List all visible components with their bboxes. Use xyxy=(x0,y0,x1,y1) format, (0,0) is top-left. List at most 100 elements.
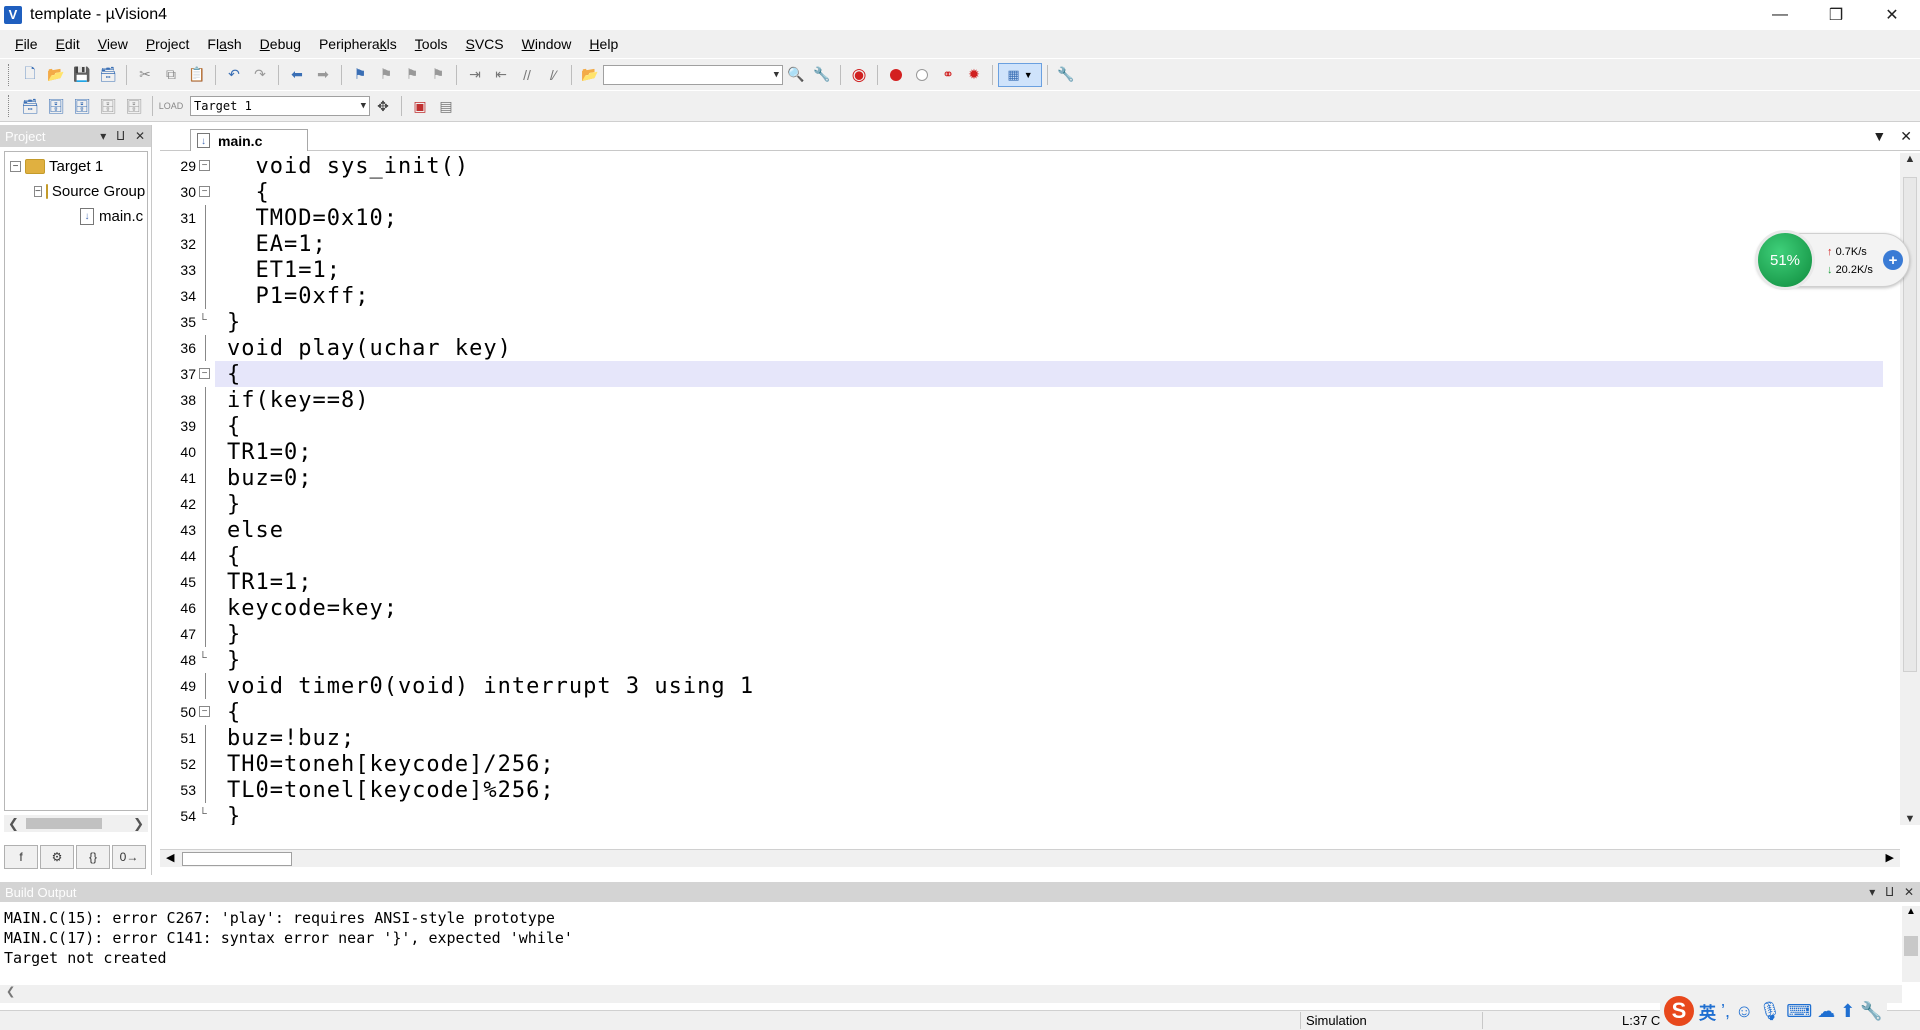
ime-voice-icon[interactable]: 🎙 xyxy=(1758,1001,1781,1022)
indent-icon[interactable]: ⇥ xyxy=(464,64,486,86)
code-line[interactable]: buz=!buz; xyxy=(215,725,1883,751)
code-line[interactable]: else xyxy=(215,517,1883,543)
tab-templates[interactable]: 0→ xyxy=(112,845,146,869)
fold-collapse-icon[interactable]: − xyxy=(199,706,210,717)
code-line[interactable]: EA=1; xyxy=(215,231,1883,257)
code-line[interactable]: } xyxy=(215,309,1883,335)
menu-edit[interactable]: Edit xyxy=(47,36,89,52)
restore-button[interactable]: ❒ xyxy=(1808,0,1864,29)
navigate-back-icon[interactable]: ⬅ xyxy=(286,64,308,86)
toolbar-grip[interactable] xyxy=(8,95,11,117)
target-select[interactable]: Target 1 ▼ xyxy=(190,96,370,116)
menu-view[interactable]: View xyxy=(89,36,137,52)
menu-tools[interactable]: Tools xyxy=(406,36,457,52)
open-file-icon[interactable]: 📂 xyxy=(45,64,67,86)
code-line[interactable]: void timer0(void) interrupt 3 using 1 xyxy=(215,673,1883,699)
menu-peripherals[interactable]: Peripherakls xyxy=(310,36,406,52)
code-line[interactable]: { xyxy=(215,179,1883,205)
code-line[interactable]: void play(uchar key) xyxy=(215,335,1883,361)
find-combo[interactable]: ▼ xyxy=(603,64,783,85)
scroll-thumb[interactable] xyxy=(26,818,102,829)
scroll-up-icon[interactable]: ▲ xyxy=(1905,153,1916,165)
menu-window[interactable]: Window xyxy=(513,36,581,52)
panel-dropdown-icon[interactable]: ▾ xyxy=(100,129,106,144)
ime-language-toggle[interactable]: 英 xyxy=(1699,999,1716,1024)
collapse-icon[interactable]: − xyxy=(34,186,42,197)
unindent-icon[interactable]: ⇤ xyxy=(490,64,512,86)
code-line[interactable]: TH0=toneh[keycode]/256; xyxy=(215,751,1883,777)
bookmark-clear-icon[interactable]: ⚑ xyxy=(427,64,449,86)
network-speed-widget[interactable]: 51% ↑ 0.7K/s ↓ 20.2K/s + xyxy=(1755,230,1910,290)
uncomment-icon[interactable]: /⁄ xyxy=(542,64,564,86)
manage-components-icon[interactable]: ▣ xyxy=(409,95,431,117)
tab-functions[interactable]: {} xyxy=(76,845,110,869)
pin-icon[interactable]: ⨿ xyxy=(1885,885,1894,900)
minimize-button[interactable]: — xyxy=(1752,0,1808,29)
scroll-up-icon[interactable]: ▲ xyxy=(1902,906,1920,917)
ime-emoji-icon[interactable]: ☺ xyxy=(1735,1001,1753,1022)
disable-breakpoints-icon[interactable]: ⚭ xyxy=(937,64,959,86)
window-layout-dropdown[interactable]: ▦ ▼ xyxy=(998,62,1042,87)
comment-icon[interactable]: // xyxy=(516,64,538,86)
rebuild-icon[interactable]: 🗄 xyxy=(71,95,93,117)
browse-icon[interactable]: 🔧 xyxy=(811,64,833,86)
panel-close-icon[interactable]: ✕ xyxy=(135,129,145,144)
ime-punctuation-toggle[interactable]: ’, xyxy=(1721,1001,1730,1022)
code-line[interactable]: } xyxy=(215,621,1883,647)
find-in-files-icon[interactable]: 📂 xyxy=(579,64,601,86)
save-icon[interactable]: 💾 xyxy=(71,64,93,86)
menu-flash[interactable]: Flash xyxy=(198,36,250,52)
translate-icon[interactable]: 🗃 xyxy=(19,95,41,117)
tab-project[interactable]: f xyxy=(4,845,38,869)
target-options-icon[interactable]: ✥ xyxy=(372,95,394,117)
toolbar-grip[interactable] xyxy=(8,63,11,86)
close-button[interactable]: ✕ xyxy=(1864,0,1920,29)
bookmark-toggle-icon[interactable]: ⚑ xyxy=(349,64,371,86)
code-line[interactable]: TMOD=0x10; xyxy=(215,205,1883,231)
code-line[interactable]: } xyxy=(215,647,1883,673)
build-horizontal-scrollbar[interactable]: ❮ xyxy=(0,985,1902,1003)
build-output-text[interactable]: MAIN.C(15): error C267: 'play': requires… xyxy=(4,908,573,968)
scroll-right-icon[interactable]: ❯ xyxy=(133,816,144,832)
tree-item-main-c[interactable]: ↓ main.c xyxy=(5,204,147,229)
code-line[interactable]: { xyxy=(215,699,1883,725)
fold-collapse-icon[interactable]: − xyxy=(199,160,210,171)
scroll-right-icon[interactable]: ▶ xyxy=(1886,851,1894,864)
download-load-icon[interactable]: LOAD xyxy=(159,95,184,117)
code-line[interactable]: TR1=1; xyxy=(215,569,1883,595)
build-vertical-scrollbar[interactable]: ▲ xyxy=(1902,906,1920,982)
code-line[interactable]: { xyxy=(215,543,1883,569)
scroll-down-icon[interactable]: ▼ xyxy=(1905,813,1916,825)
ime-keyboard-icon[interactable]: ⌨ xyxy=(1786,1001,1812,1022)
scroll-left-icon[interactable]: ◀ xyxy=(166,851,174,864)
cut-icon[interactable]: ✂ xyxy=(134,64,156,86)
menu-file[interactable]: File xyxy=(6,36,47,52)
scroll-left-icon[interactable]: ❮ xyxy=(6,986,15,998)
build-icon[interactable]: 🗄 xyxy=(45,95,67,117)
copy-icon[interactable]: ⧉ xyxy=(160,64,182,86)
sogou-ime-logo-icon[interactable]: S xyxy=(1664,996,1694,1026)
redo-icon[interactable]: ↷ xyxy=(249,64,271,86)
new-file-icon[interactable]: 🗋 xyxy=(19,64,41,86)
select-packs-icon[interactable]: ▤ xyxy=(435,95,457,117)
fold-collapse-icon[interactable]: − xyxy=(199,186,210,197)
tab-books[interactable]: ⚙ xyxy=(40,845,74,869)
current-code-line[interactable]: { xyxy=(215,361,1883,387)
kill-breakpoints-icon[interactable]: ✹ xyxy=(963,64,985,86)
code-line[interactable]: TL0=tonel[keycode]%256; xyxy=(215,777,1883,803)
scroll-thumb[interactable] xyxy=(182,852,292,866)
ime-settings-icon[interactable]: 🔧 xyxy=(1860,1001,1882,1022)
code-editor[interactable]: void sys_init() { TMOD=0x10; EA=1; ET1=1… xyxy=(215,153,1883,825)
menu-debug[interactable]: Debug xyxy=(251,36,310,52)
ime-skin-icon[interactable]: ☁ xyxy=(1817,1001,1835,1022)
code-line[interactable]: } xyxy=(215,803,1883,826)
code-line[interactable]: keycode=key; xyxy=(215,595,1883,621)
navigate-forward-icon[interactable]: ➡ xyxy=(312,64,334,86)
menu-help[interactable]: Help xyxy=(580,36,627,52)
batch-build-icon[interactable]: 🗄 xyxy=(97,95,119,117)
tree-item-source-group[interactable]: − Source Group 1 xyxy=(5,179,147,204)
tree-item-target[interactable]: − Target 1 xyxy=(5,154,147,179)
undo-icon[interactable]: ↶ xyxy=(223,64,245,86)
stop-build-icon[interactable]: 🗄 xyxy=(123,95,145,117)
code-line[interactable]: if(key==8) xyxy=(215,387,1883,413)
